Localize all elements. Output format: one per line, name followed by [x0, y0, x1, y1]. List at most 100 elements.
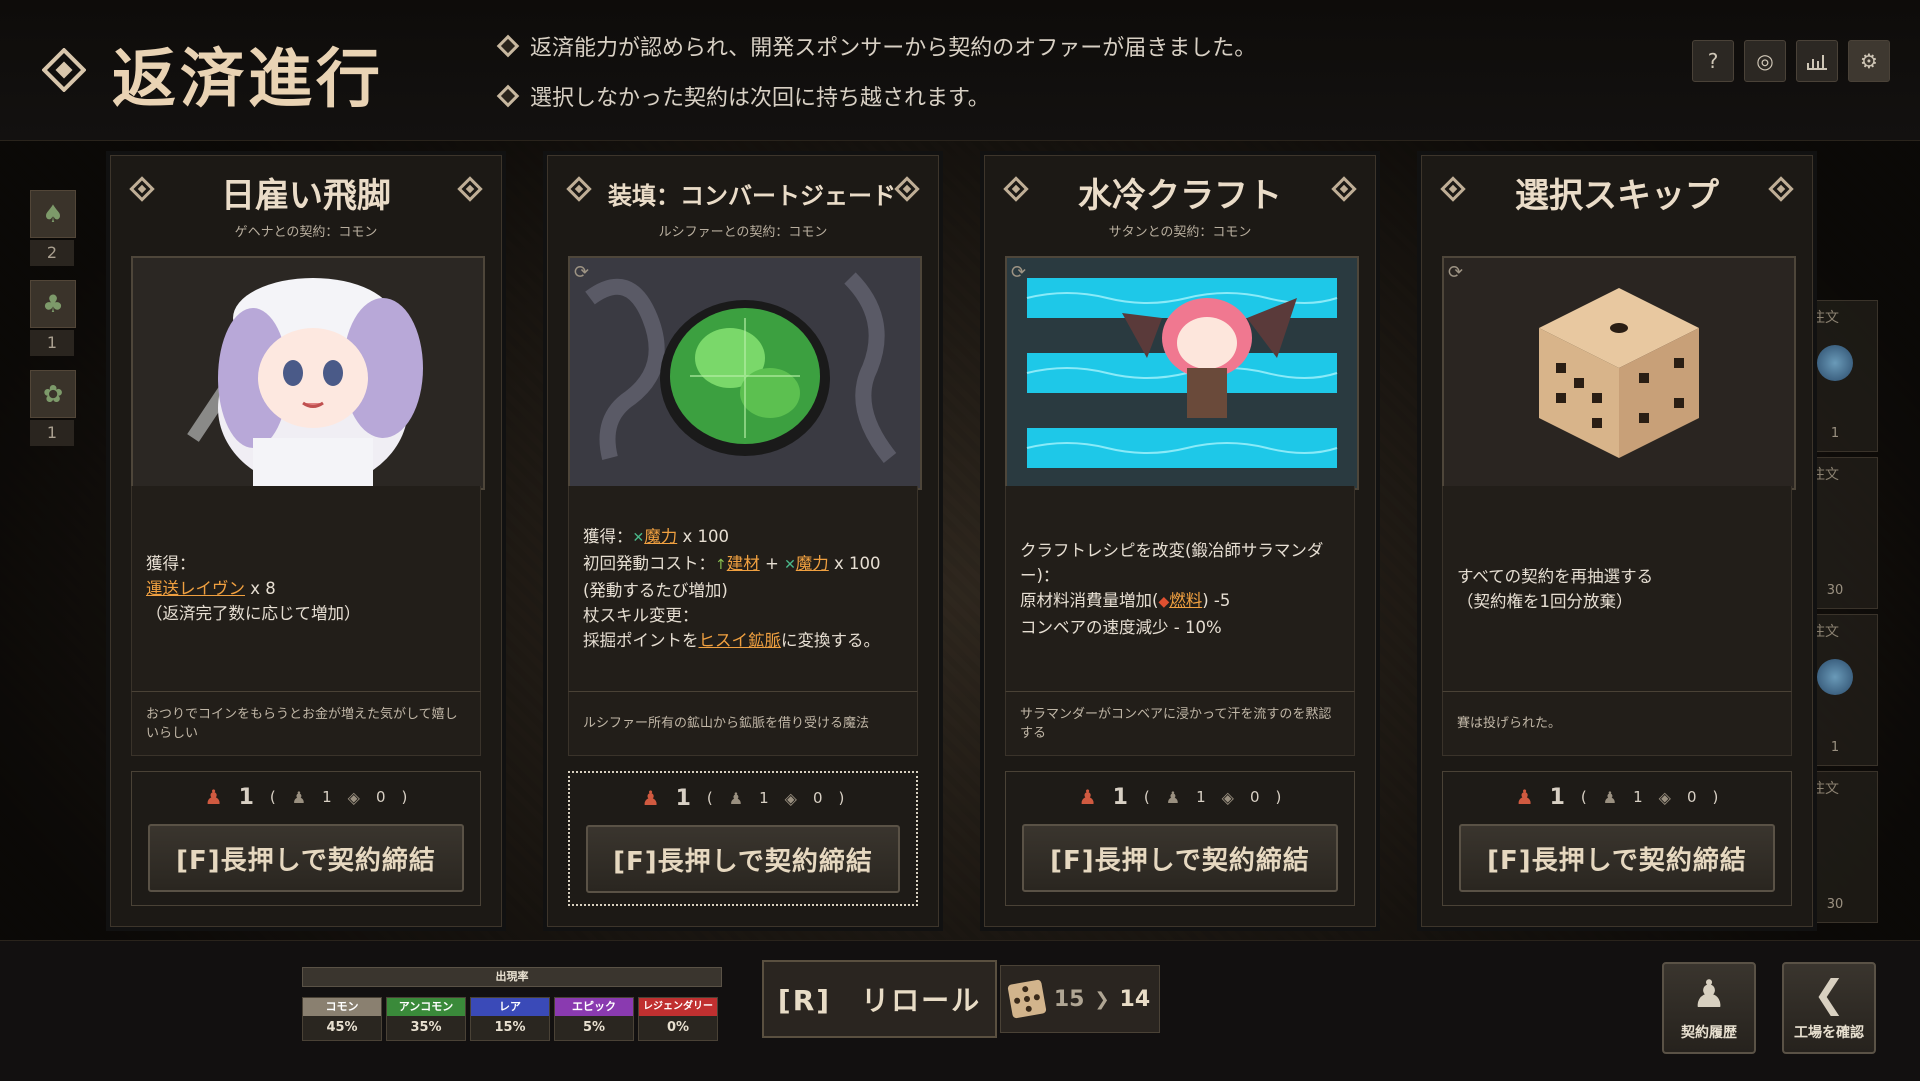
left-sidebar: ♠ 2 ♣ 1 ✿ 1: [30, 190, 76, 460]
rarity-table: 出現率 コモン 45% アンコモン 35% レア 15% エピック 5% レジェ…: [302, 967, 722, 1041]
reroll-button[interactable]: [R] リロール: [762, 960, 997, 1038]
refresh-icon[interactable]: ⟳: [1011, 262, 1026, 283]
arrow-diamond-icon: ◈: [1658, 787, 1671, 807]
contract-card[interactable]: 選択スキップ ⟳ すべての契約を再抽選する （契約権を1回分放棄） 賽は投げられ…: [1421, 155, 1813, 927]
contract-card[interactable]: 装填：コンバートジェード ルシファーとの契約：コモン ⟳ 獲得：✕魔力 x 10…: [547, 155, 939, 927]
stamp-icon: ♟: [1078, 785, 1097, 809]
card-description: クラフトレシピを改変(鍛冶師サラマンダー)： 原材料消費量増加(◆燃料) -5 …: [1005, 486, 1355, 691]
help-icon[interactable]: ?: [1692, 40, 1734, 82]
card-title: 水冷クラフト: [1078, 176, 1282, 216]
contract-card[interactable]: 水冷クラフト サタンとの契約：コモン ⟳ クラフトレシピを改変(鍛冶師サラマンダ…: [984, 155, 1376, 927]
contract-stats: ♟ 1 ( ♟ 1 ◈ 0 ) [F]長押しで契約締結: [1442, 771, 1792, 906]
card-description: 獲得：✕魔力 x 100 初回発動コスト：↑建材 + ✕魔力 x 100 (発動…: [568, 486, 918, 691]
bullet-diamond-icon: [496, 34, 520, 58]
contract-stats: ♟ 1 ( ♟ 1 ◈ 0 ) [F]長押しで契約締結: [1005, 771, 1355, 906]
item-count: 1: [30, 330, 74, 356]
diamond-icon: [894, 176, 920, 202]
water-conveyor-illustration: [1007, 258, 1357, 488]
building-material-icon: ↑: [715, 557, 727, 573]
rarity-legendary: レジェンダリー 0%: [638, 997, 718, 1041]
diamond-icon: [457, 176, 483, 202]
arrow-diamond-icon: ◈: [784, 788, 797, 808]
arrow-diamond-icon: ◈: [347, 787, 360, 807]
page-title: 返済進行: [112, 43, 384, 117]
target-icon[interactable]: ◎: [1744, 40, 1786, 82]
stamp-small-icon: ♟: [728, 788, 744, 808]
stamp-icon: ♟: [1515, 785, 1534, 809]
settings-gear-icon[interactable]: ⚙: [1848, 40, 1890, 82]
gem-icon: [1817, 659, 1853, 695]
card-subtitle: ルシファーとの契約：コモン: [658, 225, 828, 240]
card-header: 水冷クラフト サタンとの契約：コモン: [985, 156, 1375, 261]
diamond-icon: [129, 176, 155, 202]
card-title: 選択スキップ: [1515, 176, 1719, 216]
diamond-icon: [1003, 176, 1029, 202]
arrow-diamond-icon: ◈: [1221, 787, 1234, 807]
card-subtitle: ゲヘナとの契約：コモン: [234, 225, 378, 240]
link-text[interactable]: ヒスイ鉱脈: [699, 631, 782, 650]
stamp-icon: ♟: [204, 785, 223, 809]
message-line: 返済能力が認められ、開発スポンサーから契約のオファーが届きました。: [496, 30, 1256, 62]
rarity-header: 出現率: [302, 967, 722, 987]
link-text[interactable]: 建材: [727, 554, 760, 573]
card-flavor-text: おつりでコインをもらうとお金が増えた気がして嬉しいらしい: [131, 691, 481, 756]
link-text[interactable]: 運送レイヴン: [146, 579, 245, 598]
sign-contract-button[interactable]: [F]長押しで契約締結: [1022, 824, 1338, 892]
dice-icon: [1007, 979, 1047, 1019]
contract-stats: ♟ 1 ( ♟ 1 ◈ 0 ) [F]長押しで契約締結: [131, 771, 481, 906]
card-description: 獲得： 運送レイヴン x 8 （返済完了数に応じて増加）: [131, 486, 481, 691]
rarity-common: コモン 45%: [302, 997, 382, 1041]
view-factory-button[interactable]: ❮ 工場を確認: [1782, 962, 1876, 1054]
card-title: 日雇い飛脚: [221, 176, 391, 216]
card-art-jade: ⟳: [568, 256, 922, 490]
bullet-diamond-icon: [496, 84, 520, 108]
stamp-small-icon: ♟: [1602, 787, 1618, 807]
top-bar: 返済進行 返済能力が認められ、開発スポンサーから契約のオファーが届きました。 選…: [0, 0, 1920, 141]
tree-icon[interactable]: ♣: [30, 280, 76, 328]
sign-contract-button[interactable]: [F]長押しで契約締結: [1459, 824, 1775, 892]
card-header: 装填：コンバートジェード ルシファーとの契約：コモン: [548, 156, 938, 261]
card-flavor-text: 賽は投げられた。: [1442, 691, 1792, 756]
item-count: 1: [30, 420, 74, 446]
diamond-icon: [1331, 176, 1357, 202]
stamp-small-icon: ♟: [291, 787, 307, 807]
rarity-uncommon: アンコモン 35%: [386, 997, 466, 1041]
refresh-icon[interactable]: ⟳: [1448, 262, 1463, 283]
rarity-rare: レア 15%: [470, 997, 550, 1041]
reroll-count: 15 ❯ 14: [1000, 965, 1160, 1033]
message-line: 選択しなかった契約は次回に持ち越されます。: [496, 80, 990, 112]
refresh-icon[interactable]: ⟳: [574, 262, 589, 283]
stamp-icon: ♟: [641, 786, 660, 810]
stats-chart-icon[interactable]: [1796, 40, 1838, 82]
magic-icon: ✕: [784, 557, 796, 573]
link-text[interactable]: 魔力: [644, 527, 677, 546]
card-art-salamander: ⟳: [1005, 256, 1359, 490]
magic-icon: ✕: [632, 530, 645, 546]
diamond-icon: [1440, 176, 1466, 202]
card-flavor-text: サラマンダーがコンベアに浸かって汗を流すのを黙認する: [1005, 691, 1355, 756]
card-header: 日雇い飛脚 ゲヘナとの契約：コモン: [111, 156, 501, 261]
card-art-character: [131, 256, 485, 490]
fuel-icon: ◆: [1158, 593, 1170, 610]
stamp-small-icon: ♟: [1165, 787, 1181, 807]
card-art-dice: ⟳: [1442, 256, 1796, 490]
contract-history-button[interactable]: ♟ 契約履歴: [1662, 962, 1756, 1054]
plant-icon[interactable]: ✿: [30, 370, 76, 418]
card-subtitle: サタンとの契約：コモン: [1108, 225, 1252, 240]
sign-contract-button[interactable]: [F]長押しで契約締結: [586, 825, 900, 893]
card-flavor-text: ルシファー所有の鉱山から鉱脈を借り受ける魔法: [568, 691, 918, 756]
sign-contract-button[interactable]: [F]長押しで契約締結: [148, 824, 464, 892]
link-text[interactable]: 燃料: [1169, 591, 1202, 610]
diamond-icon: [566, 176, 592, 202]
arrow-right-icon: ❯: [1094, 988, 1110, 1010]
link-text[interactable]: 魔力: [796, 554, 829, 573]
card-header: 選択スキップ: [1422, 156, 1812, 261]
card-title: 装填：コンバートジェード: [608, 182, 896, 210]
dice-icon: [1539, 288, 1699, 458]
rarity-epic: エピック 5%: [554, 997, 634, 1041]
courier-girl-illustration: [133, 258, 483, 488]
contract-stats: ♟ 1 ( ♟ 1 ◈ 0 ) [F]長押しで契約締結: [568, 771, 918, 906]
jade-gem-illustration: [570, 258, 920, 488]
mushroom-icon[interactable]: ♠: [30, 190, 76, 238]
contract-card[interactable]: 日雇い飛脚 ゲヘナとの契約：コモン 獲得： 運送レイヴン x 8 （返済完了数に…: [110, 155, 502, 927]
